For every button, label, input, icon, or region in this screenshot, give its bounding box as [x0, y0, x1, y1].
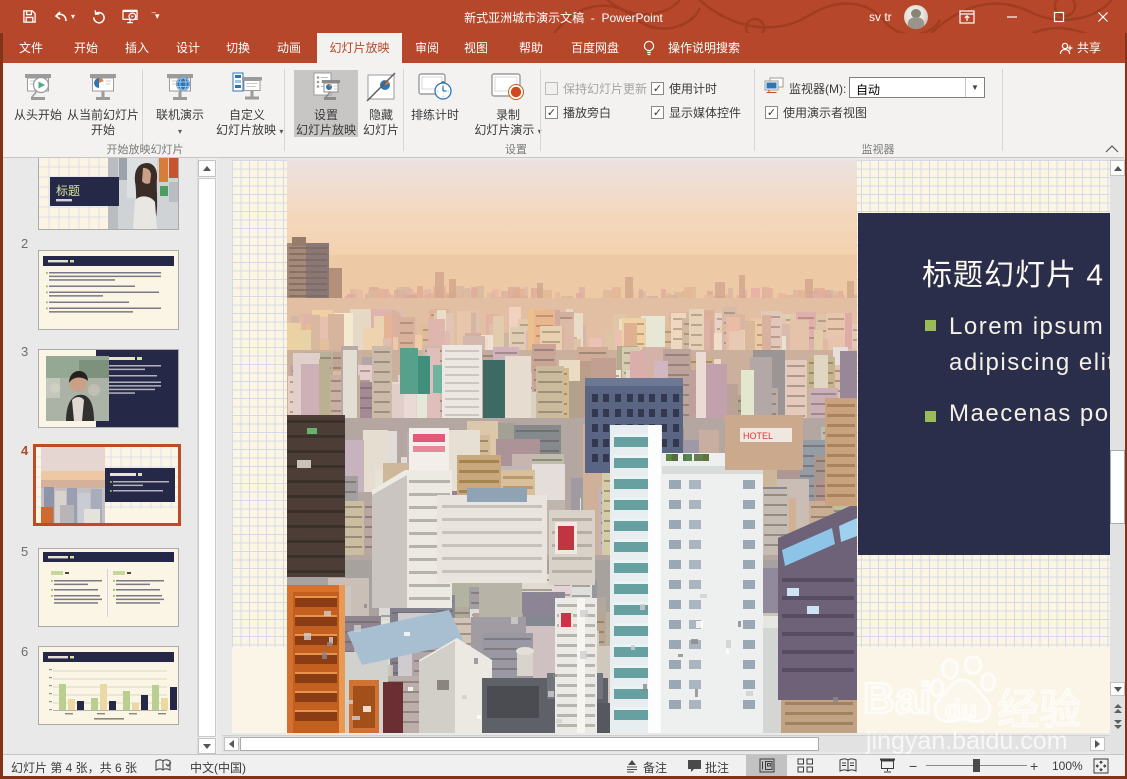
svg-text:du: du — [945, 694, 977, 724]
svg-text:HOTEL: HOTEL — [743, 431, 773, 441]
svg-text:标题: 标题 — [56, 184, 80, 198]
